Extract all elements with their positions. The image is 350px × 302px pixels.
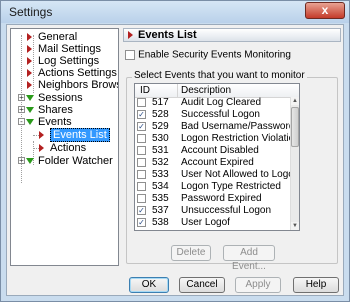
list-header: ID Description [135,84,299,98]
row-checkbox[interactable] [137,134,146,143]
table-row[interactable]: 533 User Not Allowed to Logon [135,170,299,180]
event-id: 537 [152,205,169,216]
enable-monitoring-row[interactable]: Enable Security Events Monitoring [125,49,291,61]
event-id: 529 [152,121,169,132]
collapse-events-icon[interactable]: - [18,118,25,126]
tree-item-general[interactable]: General [27,31,77,43]
row-checkbox[interactable]: ✓ [137,110,146,119]
red-triangle-icon [39,144,44,153]
vertical-scrollbar[interactable]: ▲ ▼ [290,97,299,230]
red-triangle-icon [27,69,32,78]
window-title: Settings [9,5,53,19]
expand-shares-icon[interactable]: + [18,106,25,114]
tree-item-log-settings[interactable]: Log Settings [27,55,99,67]
events-list[interactable]: ID Description 517 Audit Log Cleared ✓ 528 S… [134,83,300,231]
event-id: 533 [152,169,169,180]
delete-button[interactable]: Delete [171,245,211,261]
settings-tree: General Mail Settings Log Settings Actio… [10,28,119,266]
event-id: 534 [152,181,169,192]
table-row[interactable]: 530 Logon Restriction Violation [135,134,299,144]
close-button[interactable]: x [305,2,345,19]
expand-sessions-icon[interactable]: + [18,94,25,102]
help-button[interactable]: Help [293,277,339,293]
table-row[interactable]: ✓ 537 Unsuccessful Logon [135,206,299,216]
tree-item-sessions[interactable]: Sessions [26,92,83,104]
row-checkbox[interactable] [137,98,146,107]
row-checkbox[interactable] [137,146,146,155]
row-checkbox[interactable]: ✓ [137,206,146,215]
event-id: 517 [152,97,169,108]
title-bar: Settings x [1,1,349,23]
event-id: 532 [152,157,169,168]
scroll-up-icon[interactable]: ▲ [291,97,299,105]
scroll-thumb[interactable] [291,107,299,147]
row-checkbox[interactable]: ✓ [137,218,146,227]
green-triangle-icon [26,119,34,126]
tree-item-folder-watcher[interactable]: Folder Watcher [26,155,113,167]
table-row[interactable]: 517 Audit Log Cleared [135,98,299,108]
enable-monitoring-label: Enable Security Events Monitoring [138,49,291,61]
event-id: 538 [152,217,169,228]
settings-window: Settings x General Mail Settings Log Set… [0,0,350,302]
table-row[interactable]: 531 Account Disabled [135,146,299,156]
event-description: User Logof [181,217,230,228]
ok-button[interactable]: OK [129,277,169,293]
cancel-button[interactable]: Cancel [179,277,225,293]
row-checkbox[interactable]: ✓ [137,122,146,131]
table-row[interactable]: ✓ 538 User Logof [135,218,299,228]
row-checkbox[interactable] [137,158,146,167]
event-description: Password Expired [181,193,262,204]
event-id: 535 [152,193,169,204]
row-checkbox[interactable] [137,170,146,179]
table-row[interactable]: 534 Logon Type Restricted [135,182,299,192]
event-description: Logon Restriction Violation [181,133,300,144]
table-row[interactable]: 532 Account Expired [135,158,299,168]
client-area: General Mail Settings Log Settings Actio… [6,24,344,296]
red-triangle-icon [39,131,44,140]
green-triangle-icon [26,95,34,102]
tree-item-events-list[interactable]: Events List [39,128,110,142]
scroll-down-icon[interactable]: ▼ [291,222,299,230]
event-description: Logon Type Restricted [181,181,281,192]
tree-item-actions-settings[interactable]: Actions Settings [27,67,117,79]
expand-folder-watcher-icon[interactable]: + [18,157,25,165]
page-title: Events List [138,29,197,42]
green-triangle-icon [26,158,34,165]
tree-item-actions[interactable]: Actions [39,142,86,154]
table-row[interactable]: ✓ 529 Bad Username/Password [135,122,299,132]
event-id: 528 [152,109,169,120]
event-description: Bad Username/Password [181,121,295,132]
close-icon: x [321,3,329,17]
red-triangle-icon [27,57,32,66]
event-description: Account Disabled [181,145,259,156]
panel-header: Events List [123,28,341,42]
event-description: Account Expired [181,157,254,168]
red-triangle-icon [27,45,32,54]
event-description: Unsuccessful Logon [181,205,272,216]
tree-item-shares[interactable]: Shares [26,104,73,116]
apply-button[interactable]: Apply [235,277,281,293]
green-triangle-icon [26,107,34,114]
row-checkbox[interactable] [137,194,146,203]
red-triangle-icon [128,31,133,40]
row-checkbox[interactable] [137,182,146,191]
tree-item-events[interactable]: Events [26,116,72,128]
events-group-label: Select Events that you want to monitor [132,70,307,81]
event-description: User Not Allowed to Logon [181,169,300,180]
event-id: 530 [152,133,169,144]
tree-item-neighbors-browser[interactable]: Neighbors Browser [27,79,118,91]
event-description: Successful Logon [181,109,260,120]
tree-item-mail-settings[interactable]: Mail Settings [27,43,101,55]
table-row[interactable]: 535 Password Expired [135,194,299,204]
red-triangle-icon [27,33,32,42]
table-row[interactable]: ✓ 528 Successful Logon [135,110,299,120]
red-triangle-icon [27,81,32,90]
enable-monitoring-checkbox[interactable] [125,50,135,61]
event-description: Audit Log Cleared [181,97,262,108]
event-id: 531 [152,145,169,156]
column-id[interactable]: ID [140,85,150,96]
add-event-button[interactable]: Add Event... [223,245,275,272]
column-description[interactable]: Description [181,85,231,96]
